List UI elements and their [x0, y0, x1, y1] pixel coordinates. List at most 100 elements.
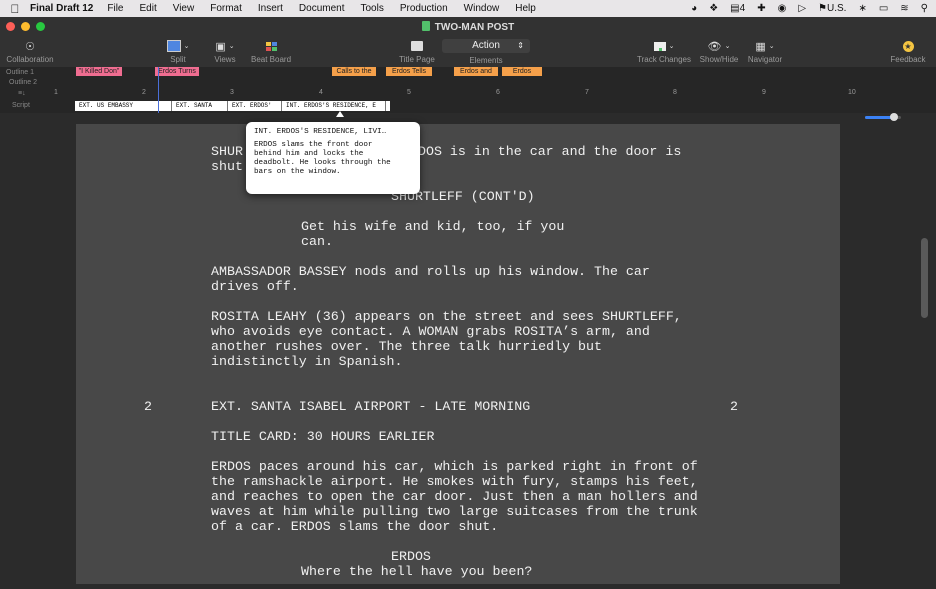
outline2-label: Outline 2	[9, 79, 38, 86]
vertical-scrollbar[interactable]	[921, 238, 928, 318]
toolbar: ☉ Collaboration ⌄ Split ▣ ⌄ Views Beat B…	[0, 37, 936, 67]
status-bar	[0, 584, 936, 589]
menu-tools[interactable]: Tools	[360, 3, 383, 14]
collaboration-label: Collaboration	[6, 55, 54, 64]
ruler-tick: 8	[673, 89, 677, 96]
scene-number-left: 2	[144, 399, 152, 414]
ruler-tick: 7	[585, 89, 589, 96]
ruler-tick: 4	[319, 89, 323, 96]
outline1-label: Outline 1	[6, 69, 35, 76]
zoom-slider-knob[interactable]	[890, 113, 898, 121]
views-button[interactable]: ▣ ⌄ Views	[205, 37, 245, 65]
title-page-label: Title Page	[399, 55, 435, 64]
zoom-slider-fill	[865, 116, 893, 119]
outline-chip[interactable]: "I Killed Don"	[76, 67, 122, 76]
beat-board-label: Beat Board	[250, 55, 292, 64]
menu-production[interactable]: Production	[400, 3, 448, 14]
input-source-icon[interactable]: ⚑U.S.	[818, 3, 846, 14]
wifi-icon[interactable]: ≋	[900, 3, 908, 14]
action-line[interactable]: SHUR	[211, 144, 243, 159]
dialogue[interactable]: Get his wife and kid, too, if you can.	[301, 219, 564, 249]
menu-view[interactable]: View	[173, 3, 195, 14]
search-icon[interactable]: ⚲	[921, 3, 928, 14]
apple-menu-icon[interactable]: 	[0, 2, 30, 16]
navigator-button[interactable]: ▦ ⌄ Navigator	[743, 37, 787, 65]
scene-block[interactable]: EXT. ERDOS'	[228, 101, 282, 111]
navigator-label: Navigator	[747, 55, 783, 64]
dropbox-icon[interactable]: ❖	[709, 3, 718, 14]
action-line[interactable]: DOS is in the car and the door is	[418, 144, 681, 159]
show-hide-button[interactable]: 👁 ⌄ Show/Hide	[697, 37, 741, 65]
outline-chip[interactable]: Erdos Tells	[386, 67, 432, 76]
menu-insert[interactable]: Insert	[258, 3, 283, 14]
outline-chip[interactable]: Calls to the	[332, 67, 376, 76]
menu-window[interactable]: Window	[464, 3, 500, 14]
scene-popover: INT. ERDOS'S RESIDENCE, LIVI… ERDOS slam…	[246, 122, 420, 194]
collaboration-button[interactable]: ☉ Collaboration	[2, 37, 58, 65]
scene-block[interactable]: INT. ERDOS'S RESIDENCE, E	[282, 101, 386, 111]
star-icon: ★	[902, 40, 914, 52]
outline-chip[interactable]: Erdos and	[454, 67, 498, 76]
ruler-tick: 10	[848, 89, 856, 96]
elements-select[interactable]: Action ⇕	[442, 39, 530, 53]
action-line[interactable]: shut	[211, 159, 243, 174]
scene-number-right: 2	[730, 399, 738, 414]
dialogue[interactable]: Where the hell have you been?	[301, 564, 532, 579]
notes-icon[interactable]: ▤4	[730, 3, 745, 14]
beat-board-button[interactable]: Beat Board	[248, 37, 294, 64]
position-indicator[interactable]	[158, 67, 159, 113]
feedback-label: Feedback	[890, 55, 926, 64]
character-name[interactable]: ERDOS	[391, 549, 431, 564]
navigator-icon: ▦ ⌄	[755, 40, 775, 53]
views-icon: ▣ ⌄	[215, 40, 235, 53]
ruler-tick: 5	[407, 89, 411, 96]
window-titlebar: TWO-MAN POST	[0, 17, 936, 37]
action-paragraph[interactable]: ROSITA LEAHY (36) appears on the street …	[211, 309, 682, 369]
elements-label: Elements	[469, 56, 503, 65]
menu-document[interactable]: Document	[299, 3, 345, 14]
menu-edit[interactable]: Edit	[139, 3, 156, 14]
battery-icon[interactable]: ▭	[879, 3, 888, 14]
play-icon[interactable]: ▷	[798, 3, 806, 14]
creative-cloud-icon[interactable]: ◕	[691, 3, 697, 14]
status-menus: ◕ ❖ ▤4 ✚ ◉ ▷ ⚑U.S. ∗ ▭ ≋ ⚲	[691, 0, 928, 17]
beat-board-icon	[248, 37, 294, 55]
plus-icon[interactable]: ✚	[757, 3, 765, 14]
outline-chip[interactable]: Erdos Turns	[155, 67, 199, 76]
document-title: TWO-MAN POST	[0, 21, 936, 33]
app-status-icon[interactable]: ◉	[778, 3, 787, 14]
app-menu[interactable]: Final Draft 12	[30, 3, 93, 14]
script-label: Script	[12, 102, 30, 109]
split-button[interactable]: ⌄ Split	[158, 37, 198, 64]
feedback-button[interactable]: ★ Feedback	[886, 37, 930, 64]
outline-chip[interactable]: Erdos	[502, 67, 542, 76]
popover-pointer	[336, 111, 344, 117]
ruler-tick: 2	[142, 89, 146, 96]
track-changes-label: Track Changes	[637, 55, 691, 64]
eye-icon: 👁 ⌄	[707, 40, 731, 53]
input-source-label: U.S.	[826, 3, 847, 14]
track-changes-icon: ⌄	[634, 37, 694, 55]
track-changes-button[interactable]: ⌄ Track Changes	[634, 37, 694, 64]
elements-control: Action ⇕ Elements	[442, 37, 530, 65]
menu-help[interactable]: Help	[515, 3, 536, 14]
scene-block[interactable]: EXT. SANTA	[172, 101, 228, 111]
menu-file[interactable]: File	[107, 3, 123, 14]
menu-format[interactable]: Format	[210, 3, 242, 14]
views-label: Views	[214, 55, 236, 64]
collaboration-icon: ☉	[25, 40, 35, 53]
split-icon: ⌄	[158, 37, 198, 55]
ruler-tick: 1	[54, 89, 58, 96]
chevron-updown-icon: ⇕	[517, 41, 524, 50]
action-paragraph[interactable]: ERDOS paces around his car, which is par…	[211, 459, 698, 534]
scene-heading[interactable]: EXT. SANTA ISABEL AIRPORT - LATE MORNING	[211, 399, 530, 414]
popover-heading: INT. ERDOS'S RESIDENCE, LIVI…	[254, 128, 387, 136]
title-page-button[interactable]: Title Page	[396, 37, 438, 64]
title-card[interactable]: TITLE CARD: 30 HOURS EARLIER	[211, 429, 434, 444]
zoom-slider[interactable]	[865, 113, 901, 121]
page-ruler: 1 2 3 4 5 6 7 8 9 10	[40, 89, 936, 99]
bluetooth-icon[interactable]: ∗	[858, 3, 866, 14]
outline-filter-icon[interactable]: ≡↓	[18, 90, 26, 97]
show-hide-label: Show/Hide	[699, 55, 739, 64]
action-paragraph[interactable]: AMBASSADOR BASSEY nods and rolls up his …	[211, 264, 650, 294]
